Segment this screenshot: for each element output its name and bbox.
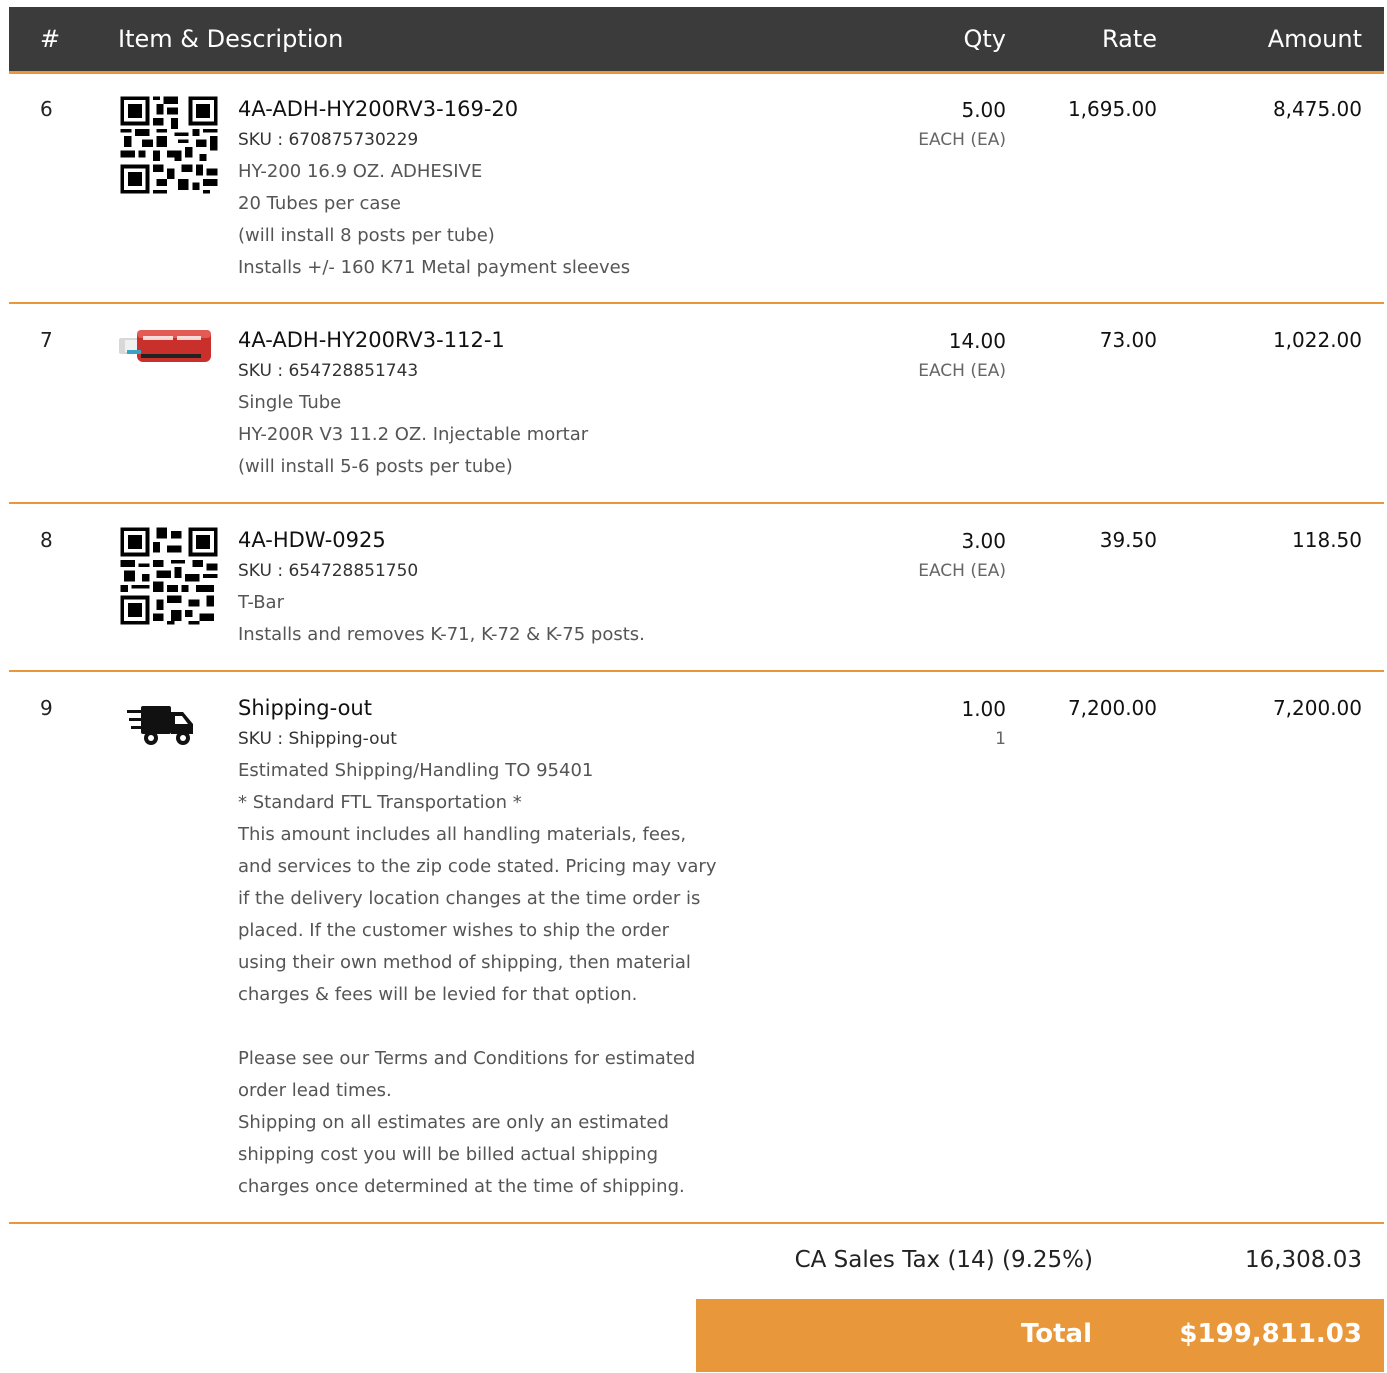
qty-value: 1.00 — [961, 697, 1006, 721]
header-qty: Qty — [963, 25, 1006, 53]
description-line: * Standard FTL Transportation * — [238, 792, 522, 813]
description-line: charges & fees will be levied for that o… — [238, 984, 638, 1005]
total-value: $199,811.03 — [1179, 1319, 1362, 1349]
table-header: # Item & Description Qty Rate Amount — [9, 7, 1384, 74]
item-rate: 39.50 — [1099, 528, 1157, 552]
description-line: T-Bar — [238, 592, 284, 613]
qty-unit: EACH (EA) — [918, 361, 1006, 381]
adhesive-tube-icon — [117, 320, 221, 370]
description-line: This amount includes all handling materi… — [238, 824, 687, 845]
qr-code-icon — [117, 524, 221, 628]
item-qty: 5.00 EACH (EA) — [918, 97, 1006, 157]
qty-unit: EACH (EA) — [918, 130, 1006, 150]
item-name: 4A-HDW-0925 — [238, 528, 386, 552]
item-amount: 8,475.00 — [1272, 97, 1362, 121]
item-amount: 1,022.00 — [1272, 328, 1362, 352]
header-amount: Amount — [1267, 25, 1362, 53]
item-description: Shipping-out SKU : Shipping-out Estimate… — [238, 693, 778, 1203]
item-sku: SKU : 654728851743 — [238, 361, 419, 381]
item-amount: 7,200.00 — [1272, 696, 1362, 720]
description-line: HY-200R V3 11.2 OZ. Injectable mortar — [238, 424, 589, 445]
description-line: 20 Tubes per case — [238, 193, 401, 214]
table-row: 6 4A-ADH-HY200RV3-169-20 SKU : 670875730… — [9, 73, 1384, 304]
description-line: placed. If the customer wishes to ship t… — [238, 920, 670, 941]
description-line: Please see our Terms and Conditions for … — [238, 1048, 696, 1069]
delivery-truck-icon — [127, 702, 197, 752]
item-qty: 14.00 EACH (EA) — [918, 328, 1006, 388]
description-line: order lead times. — [238, 1080, 392, 1101]
item-amount: 118.50 — [1292, 528, 1362, 552]
description-line: charges once determined at the time of s… — [238, 1176, 685, 1197]
description-line: Estimated Shipping/Handling TO 95401 — [238, 760, 594, 781]
description-line: (will install 8 posts per tube) — [238, 225, 495, 246]
item-name: Shipping-out — [238, 696, 372, 720]
table-row: 9 Shipping-out SKU : Shipping-out Estima… — [9, 672, 1384, 1224]
item-description: 4A-ADH-HY200RV3-169-20 SKU : 67087573022… — [238, 94, 778, 284]
qty-unit: 1 — [995, 729, 1006, 749]
row-number: 8 — [40, 528, 53, 552]
description-line: Installs and removes K-71, K-72 & K-75 p… — [238, 624, 645, 645]
row-number: 9 — [40, 696, 53, 720]
qty-value: 3.00 — [961, 529, 1006, 553]
qty-unit: EACH (EA) — [918, 561, 1006, 581]
description-line: if the delivery location changes at the … — [238, 888, 701, 909]
item-name: 4A-ADH-HY200RV3-112-1 — [238, 328, 505, 352]
tax-value: 16,308.03 — [1244, 1247, 1362, 1273]
table-row: 8 4A-HDW-0925 SKU : 654728851750 T-Bar I… — [9, 504, 1384, 672]
total-bar: Total $199,811.03 — [696, 1299, 1384, 1372]
item-sku: SKU : Shipping-out — [238, 729, 397, 749]
row-number: 7 — [40, 328, 53, 352]
item-sku: SKU : 670875730229 — [238, 130, 419, 150]
header-number: # — [40, 25, 61, 53]
description-line: HY-200 16.9 OZ. ADHESIVE — [238, 161, 483, 182]
description-line: (will install 5-6 posts per tube) — [238, 456, 513, 477]
item-rate: 73.00 — [1099, 328, 1157, 352]
table-row: 7 4A-ADH-HY200RV3-112-1 SKU : 6547288517… — [9, 304, 1384, 504]
total-label: Total — [1020, 1319, 1092, 1349]
item-rate: 7,200.00 — [1067, 696, 1157, 720]
description-line: Installs +/- 160 K71 Metal payment sleev… — [238, 257, 631, 278]
tax-label: CA Sales Tax (14) (9.25%) — [794, 1247, 1093, 1273]
item-description: 4A-HDW-0925 SKU : 654728851750 T-Bar Ins… — [238, 525, 778, 651]
header-item-description: Item & Description — [118, 25, 344, 53]
description-line: Single Tube — [238, 392, 342, 413]
description-line: and services to the zip code stated. Pri… — [238, 856, 717, 877]
item-sku: SKU : 654728851750 — [238, 561, 419, 581]
item-description: 4A-ADH-HY200RV3-112-1 SKU : 654728851743… — [238, 325, 778, 483]
qr-code-icon — [117, 93, 221, 197]
qty-value: 14.00 — [948, 329, 1006, 353]
item-qty: 3.00 EACH (EA) — [918, 528, 1006, 588]
description-line: using their own method of shipping, then… — [238, 952, 691, 973]
qty-value: 5.00 — [961, 98, 1006, 122]
header-rate: Rate — [1101, 25, 1157, 53]
item-qty: 1.00 1 — [961, 696, 1006, 756]
item-rate: 1,695.00 — [1067, 97, 1157, 121]
description-line: shipping cost you will be billed actual … — [238, 1144, 658, 1165]
row-number: 6 — [40, 97, 53, 121]
item-name: 4A-ADH-HY200RV3-169-20 — [238, 97, 519, 121]
description-line: Shipping on all estimates are only an es… — [238, 1112, 669, 1133]
